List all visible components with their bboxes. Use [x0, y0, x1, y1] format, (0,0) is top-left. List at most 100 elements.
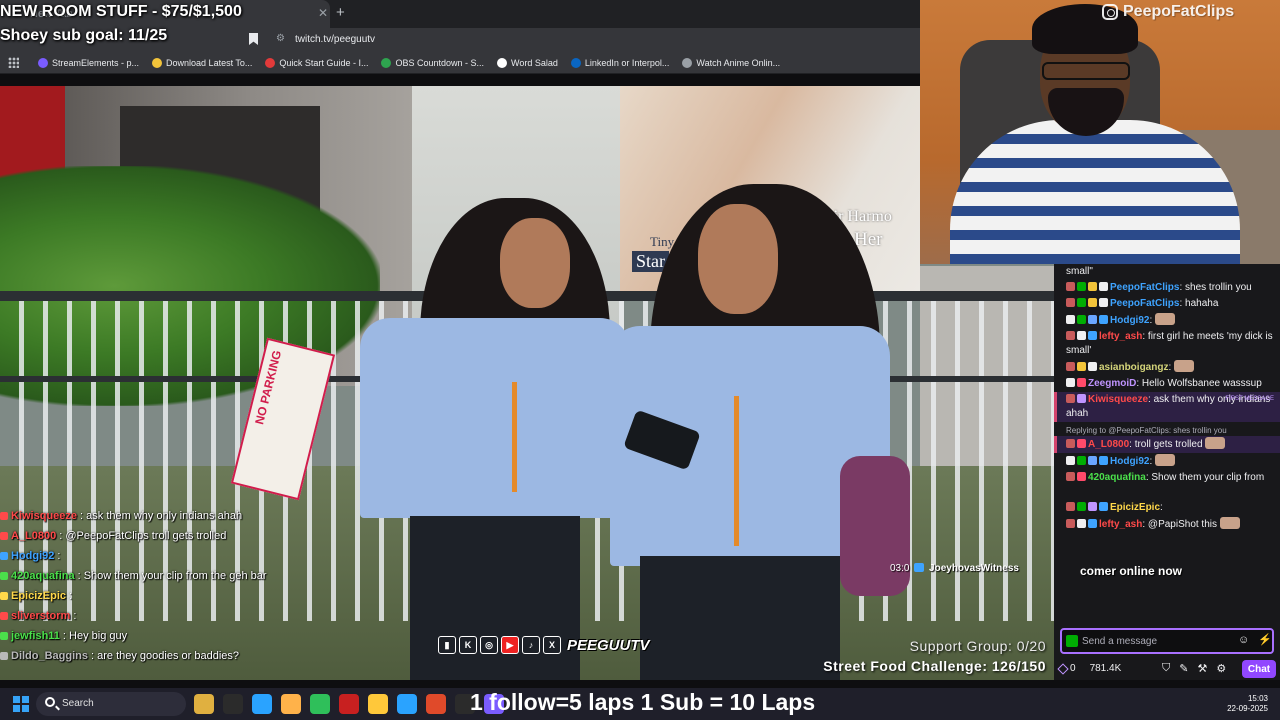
badge-icon[interactable]	[1066, 394, 1075, 403]
badge-icon[interactable]	[1088, 282, 1097, 291]
windows-start-icon[interactable]	[13, 696, 29, 712]
chat-username[interactable]: A_L0800	[1088, 439, 1129, 450]
clock[interactable]: 15:03 22-09-2025	[1227, 694, 1268, 714]
badge-icon[interactable]	[1066, 331, 1075, 340]
badge-icon[interactable]	[1066, 456, 1075, 465]
badge-icon[interactable]	[1099, 456, 1108, 465]
chat-username[interactable]: lefty_ash	[1099, 331, 1142, 342]
chat-message[interactable]: PeepoFatClips: hahaha	[1054, 296, 1280, 312]
taskbar-app-icon[interactable]	[339, 694, 359, 714]
badge-icon[interactable]	[1077, 378, 1086, 387]
chat-message[interactable]	[1054, 486, 1280, 500]
chat-message[interactable]: lefty_ash: first girl he meets 'my dick …	[1054, 329, 1280, 359]
bookmark-item[interactable]: Quick Start Guide - I...	[265, 58, 368, 68]
badge-icon[interactable]	[1077, 315, 1086, 324]
chat-username[interactable]: ZeegmoiD	[1088, 378, 1136, 389]
badge-icon[interactable]	[1066, 362, 1075, 371]
taskbar-search[interactable]: Search	[36, 692, 186, 716]
badge-icon[interactable]	[1066, 282, 1075, 291]
badge-icon[interactable]	[1066, 298, 1075, 307]
chat-message[interactable]: EpicizEpic:	[1054, 500, 1280, 516]
taskbar-app-icon[interactable]	[281, 694, 301, 714]
bookmark-icon[interactable]	[249, 33, 258, 45]
taskbar-app-icon[interactable]	[194, 694, 214, 714]
taskbar-app-icon[interactable]	[223, 694, 243, 714]
badge-icon[interactable]	[1099, 315, 1108, 324]
chat-message[interactable]: Hodgi92:	[1054, 312, 1280, 329]
badge-icon[interactable]	[1077, 519, 1086, 528]
taskbar-app-icon[interactable]	[397, 694, 417, 714]
badge-icon[interactable]	[1099, 282, 1108, 291]
bookmark-item[interactable]: Watch Anime Onlin...	[682, 58, 780, 68]
badge-icon[interactable]	[1088, 362, 1097, 371]
channel-points[interactable]: 0	[1070, 663, 1076, 674]
badge-icon[interactable]	[1088, 502, 1097, 511]
url-text[interactable]: twitch.tv/peeguutv	[295, 34, 375, 45]
chat-username[interactable]: Kiwisqueeze	[1088, 394, 1148, 405]
badge-icon[interactable]	[1066, 439, 1075, 448]
badge-icon[interactable]	[1077, 394, 1086, 403]
chat-message[interactable]: ZeegmoiD: Hello Wolfsbanee wasssup	[1054, 376, 1280, 392]
badge-icon[interactable]	[1088, 519, 1097, 528]
chat-message[interactable]: FIRST MESSAGE Kiwisqueeze: ask them why o…	[1054, 392, 1280, 422]
chat-message[interactable]: small"	[1054, 264, 1280, 280]
chat-input[interactable]	[1082, 632, 1232, 650]
chat-username[interactable]: Hodgi92	[1110, 456, 1149, 467]
badge-icon[interactable]	[1088, 315, 1097, 324]
badge-icon[interactable]	[1066, 472, 1075, 481]
chat-badge-icon[interactable]	[1066, 635, 1078, 647]
chat-send-button[interactable]: Chat	[1242, 660, 1276, 678]
chat-message[interactable]: asianboigangz:	[1054, 359, 1280, 376]
shield-icon[interactable]: ⛉	[1162, 662, 1170, 675]
badge-icon[interactable]	[1077, 282, 1086, 291]
chat-username[interactable]: Hodgi92	[1110, 315, 1149, 326]
badge-icon[interactable]	[1066, 502, 1075, 511]
badge-icon[interactable]	[1077, 298, 1086, 307]
chat-username[interactable]: PeepoFatClips	[1110, 282, 1179, 293]
badge-icon[interactable]	[1066, 378, 1075, 387]
chat-message[interactable]: Hodgi92:	[1054, 453, 1280, 470]
site-settings-icon[interactable]: ⚙	[276, 33, 285, 44]
bookmark-item[interactable]: StreamElements - p...	[38, 58, 139, 68]
taskbar-app-icon[interactable]	[368, 694, 388, 714]
badge-icon[interactable]	[1099, 502, 1108, 511]
badge-icon[interactable]	[1077, 456, 1086, 465]
taskbar-app-icon[interactable]	[310, 694, 330, 714]
taskbar-app-icon[interactable]	[426, 694, 446, 714]
chat-username[interactable]: 420aquafina	[1088, 472, 1146, 483]
chat-message[interactable]: A_L0800: troll gets trolled	[1054, 436, 1280, 453]
badge-icon[interactable]	[1077, 439, 1086, 448]
new-tab-icon[interactable]: +	[336, 4, 345, 21]
chat-username[interactable]: asianboigangz	[1099, 362, 1168, 373]
chat-message[interactable]: lefty_ash: @PapiShot this	[1054, 516, 1280, 533]
badge-icon[interactable]	[1077, 362, 1086, 371]
badge-icon[interactable]	[1077, 331, 1086, 340]
bookmark-item[interactable]: Download Latest To...	[152, 58, 252, 68]
chat-username[interactable]: EpicizEpic	[1110, 502, 1160, 513]
badge-icon[interactable]	[1077, 502, 1086, 511]
badge-icon[interactable]	[1099, 298, 1108, 307]
gear-icon[interactable]: ⚙	[1216, 662, 1226, 675]
chat-input-box[interactable]: ☺ ⚡	[1060, 628, 1274, 654]
chat-message[interactable]: 420aquafina: Show them your clip from	[1054, 470, 1280, 486]
chat-message[interactable]: PeepoFatClips: shes trollin you	[1054, 280, 1280, 296]
pencil-icon[interactable]: ✎	[1179, 662, 1188, 675]
bookmark-item[interactable]: Word Salad	[497, 58, 558, 68]
badge-icon[interactable]	[1077, 472, 1086, 481]
taskbar-app-icon[interactable]	[252, 694, 272, 714]
badge-icon[interactable]	[1088, 331, 1097, 340]
stream-video[interactable]: Hair Harmo Starts Her Tiny Star NO PARKI…	[0, 86, 1054, 680]
apps-grid-icon[interactable]	[8, 57, 19, 68]
chat-username[interactable]: lefty_ash	[1099, 519, 1142, 530]
bookmark-item[interactable]: LinkedIn or Interpol...	[570, 58, 669, 68]
close-tab-icon[interactable]: ✕	[318, 6, 328, 20]
badge-icon[interactable]	[1088, 456, 1097, 465]
badge-icon[interactable]	[1066, 315, 1075, 324]
badge-icon[interactable]	[1066, 519, 1075, 528]
bookmark-item[interactable]: OBS Countdown - S...	[381, 58, 484, 68]
badge-icon[interactable]	[1088, 298, 1097, 307]
chat-username[interactable]: PeepoFatClips	[1110, 298, 1179, 309]
commands-icon[interactable]: ⚡	[1258, 633, 1272, 646]
mod-tools-icon[interactable]: ⚒	[1197, 662, 1207, 675]
emote-picker-icon[interactable]: ☺	[1238, 634, 1249, 646]
